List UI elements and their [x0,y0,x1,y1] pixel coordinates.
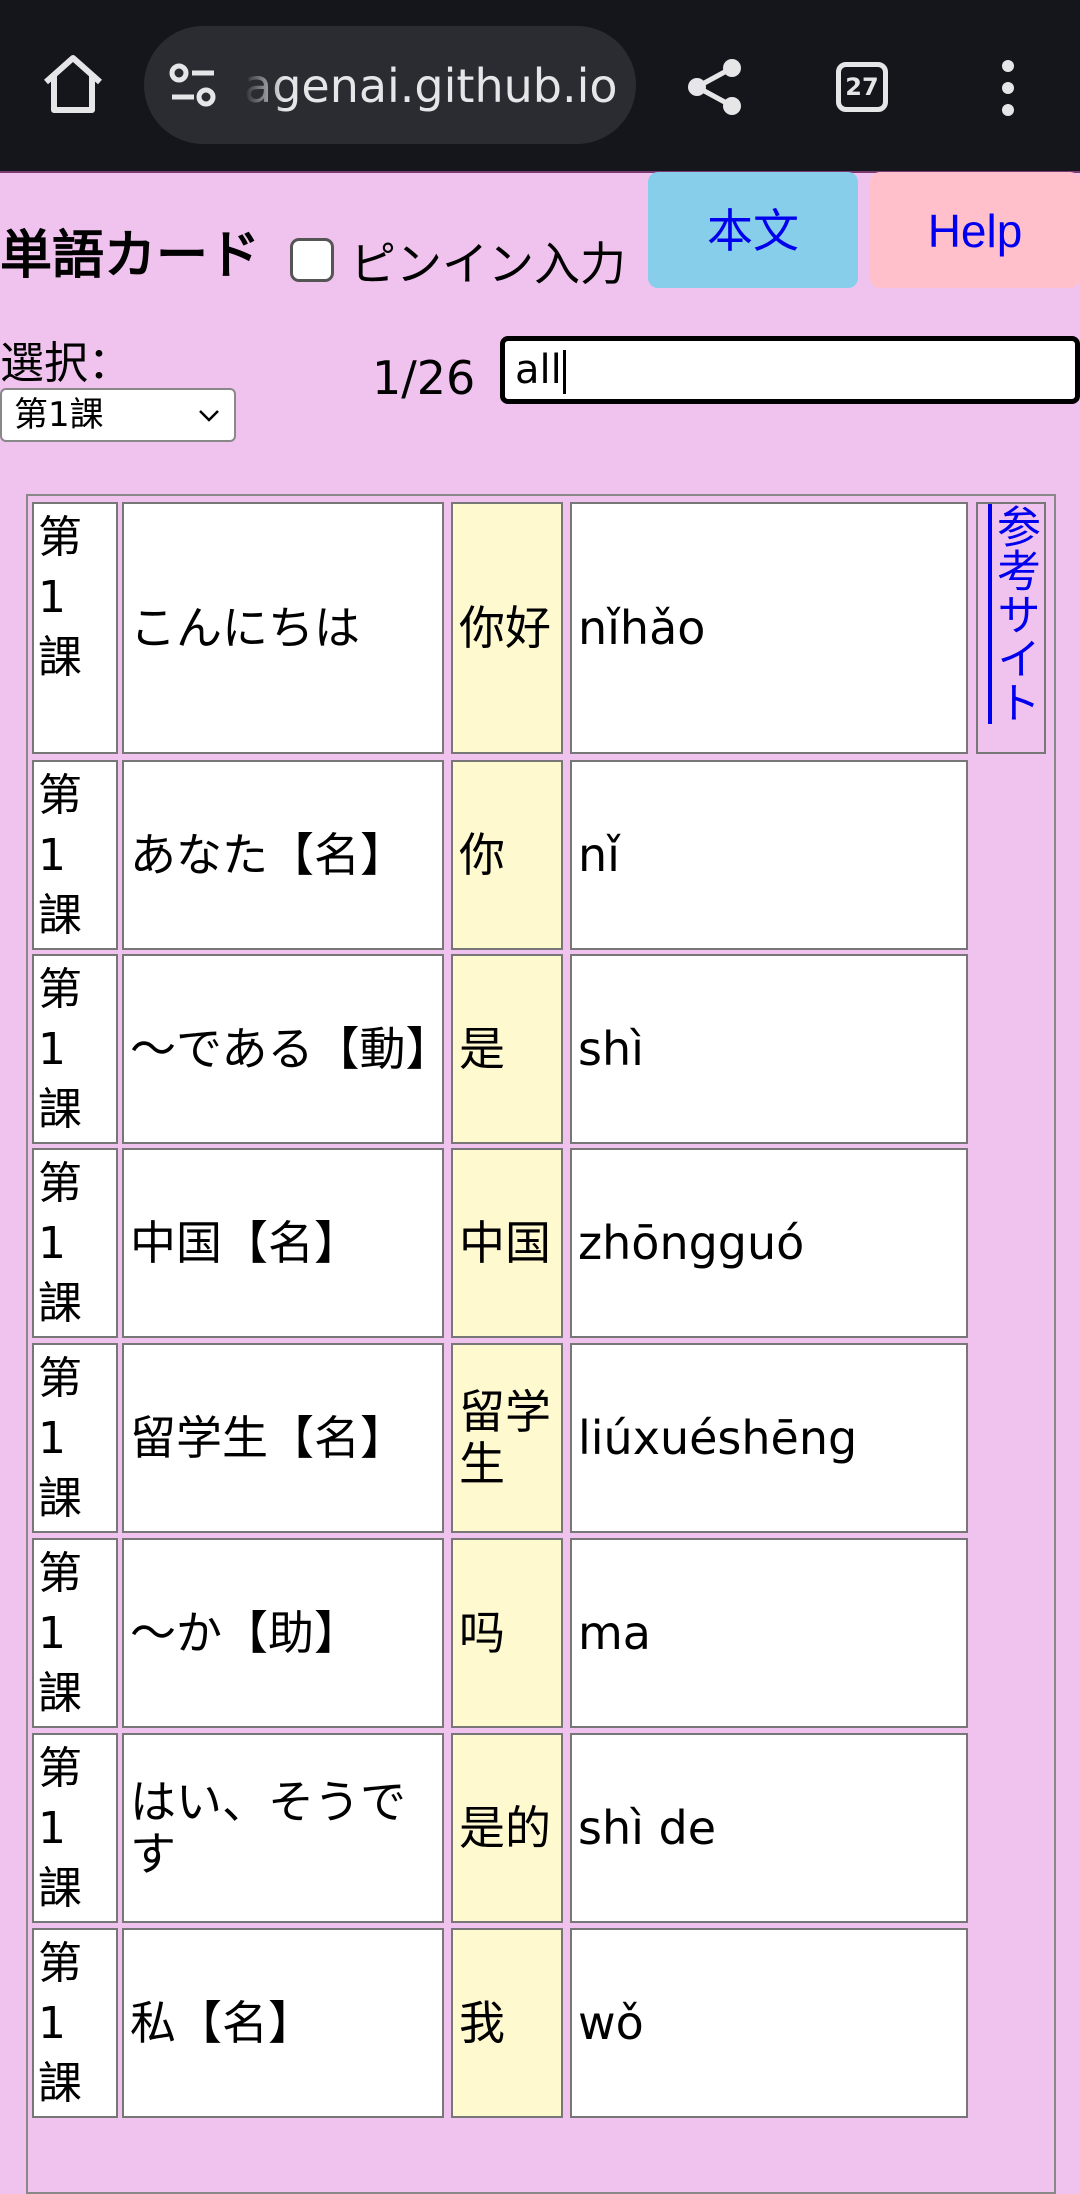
lesson-cell: 第1課 [32,954,118,1144]
lesson-cell: 第1課 [32,502,118,754]
lesson-select[interactable]: 第1課 [0,388,236,442]
help-button[interactable]: Help [870,172,1080,288]
japanese-text: あなた【名】 [130,828,406,882]
pinyin-text: zhōngguó [578,1216,805,1270]
honbun-button[interactable]: 本文 [648,172,858,288]
japanese-text: 留学生【名】 [130,1411,406,1465]
lesson-cell: 第1課 [32,1733,118,1923]
chinese-text: 你 [459,828,505,882]
japanese-cell: はい、そうです [122,1733,444,1923]
lesson-text: 第1課 [38,770,82,941]
lesson-cell: 第1課 [32,1538,118,1728]
lesson-text: 第1課 [38,1158,82,1329]
lesson-text: 第1課 [38,1353,82,1524]
lesson-text: 第1課 [38,1548,82,1719]
japanese-cell: あなた【名】 [122,760,444,950]
chinese-cell: 留学生 [451,1343,563,1533]
japanese-text: 中国【名】 [130,1216,360,1270]
pinyin-cell: shì [570,954,968,1144]
share-icon[interactable] [684,56,746,118]
chinese-text: 是的 [459,1801,551,1855]
chinese-cell: 是 [451,954,563,1144]
chinese-text: 是 [459,1022,505,1076]
japanese-text: 私【名】 [130,1996,314,2050]
select-label: 選択： [0,338,132,389]
pinyin-text: nǐhǎo [578,601,706,655]
home-icon[interactable] [40,52,106,118]
chinese-text: 中国 [459,1216,551,1270]
lesson-select-value: 第1課 [14,395,104,435]
japanese-text: はい、そうです [130,1775,406,1881]
japanese-text: こんにちは [130,601,360,655]
lesson-cell: 第1課 [32,1928,118,2118]
pinyin-label[interactable]: ピンイン入力 [350,234,626,294]
pinyin-cell: nǐ [570,760,968,950]
more-icon[interactable] [994,58,1022,118]
lesson-text: 第1課 [38,964,82,1135]
reference-site-link[interactable]: 参考サイト [976,502,1046,754]
japanese-cell: 私【名】 [122,1928,444,2118]
address-bar[interactable]: agenai.github.io [144,26,636,144]
lesson-cell: 第1課 [32,1148,118,1338]
browser-toolbar: agenai.github.io 27 [0,0,1080,173]
pinyin-cell: ma [570,1538,968,1728]
japanese-cell: ～か【助】 [122,1538,444,1728]
pinyin-text: liúxuéshēng [578,1411,858,1465]
chinese-cell: 你好 [451,502,563,754]
japanese-cell: こんにちは [122,502,444,754]
chinese-cell: 你 [451,760,563,950]
chinese-text: 吗 [459,1606,505,1660]
chevron-down-icon [199,410,219,422]
pinyin-cell: liúxuéshēng [570,1343,968,1533]
lesson-text: 第1課 [38,1743,82,1914]
lesson-cell: 第1課 [32,1343,118,1533]
chinese-text: 留学生 [459,1385,551,1491]
pinyin-text: wǒ [578,1996,644,2050]
lesson-cell: 第1課 [32,760,118,950]
pinyin-cell: zhōngguó [570,1148,968,1338]
pinyin-cell: wǒ [570,1928,968,2118]
tabs-icon[interactable]: 27 [836,62,888,112]
pinyin-cell: nǐhǎo [570,502,968,754]
japanese-text: ～か【助】 [130,1606,360,1660]
pinyin-text: nǐ [578,828,620,882]
chinese-text: 你好 [459,601,551,655]
japanese-cell: 留学生【名】 [122,1343,444,1533]
search-input-value: all [515,347,562,393]
pinyin-text: ma [578,1606,651,1660]
japanese-cell: 中国【名】 [122,1148,444,1338]
pinyin-cell: shì de [570,1733,968,1923]
japanese-cell: ～である【動】 [122,954,444,1144]
lesson-text: 第1課 [38,1938,82,2109]
japanese-text: ～である【動】 [130,1022,444,1076]
lesson-text: 第1課 [38,512,82,683]
pinyin-checkbox[interactable] [290,238,334,282]
text-caret [562,350,566,394]
site-settings-icon[interactable] [168,62,218,108]
pinyin-text: shì de [578,1801,717,1855]
chinese-cell: 中国 [451,1148,563,1338]
page-title: 単語カード [0,226,261,286]
chinese-cell: 是的 [451,1733,563,1923]
url-text[interactable]: agenai.github.io [244,58,624,114]
chinese-text: 我 [459,1996,505,2050]
card-counter: 1/26 [372,351,476,405]
chinese-cell: 我 [451,1928,563,2118]
search-input[interactable]: all [500,336,1080,404]
pinyin-text: shì [578,1022,644,1076]
chinese-cell: 吗 [451,1538,563,1728]
